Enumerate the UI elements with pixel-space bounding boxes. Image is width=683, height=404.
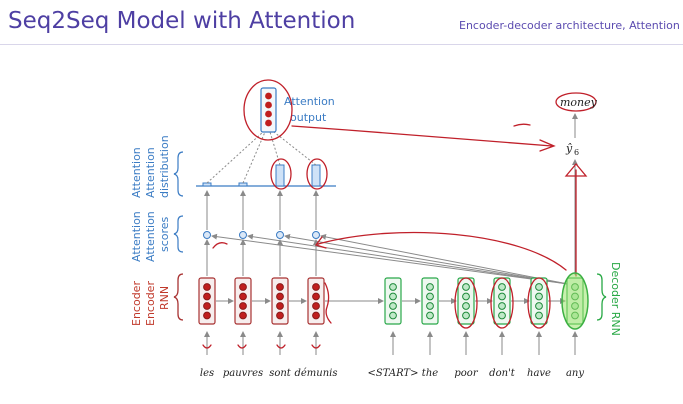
decoder-hidden-state-3 <box>457 277 475 325</box>
svg-text:Decoder RNN: Decoder RNN <box>609 262 622 336</box>
svg-text:Attention: Attention <box>130 211 143 262</box>
distribution-bar-4 <box>311 164 321 187</box>
decoder-word-1: <START> <box>368 368 419 379</box>
encoder-rnn-label: Encoder Encoder RNN <box>130 273 184 326</box>
attention-scores-label: Attention Attention scores <box>130 211 184 262</box>
score-node-4 <box>312 231 320 239</box>
annotation-arrow-attention-to-output <box>291 125 553 147</box>
decoder-word-3: poor <box>454 368 478 379</box>
svg-text:Attention: Attention <box>130 147 143 198</box>
decoder-word-2: the <box>422 368 438 379</box>
svg-text:scores: scores <box>158 216 171 252</box>
decoder-to-score-arrows <box>211 233 569 285</box>
decoder-current-step-highlight <box>561 272 589 330</box>
svg-text:Encoder: Encoder <box>130 281 143 326</box>
svg-text:Attention: Attention <box>144 211 157 262</box>
svg-text:Attention: Attention <box>144 147 157 198</box>
decoder-input-arrows <box>390 331 578 355</box>
encoder-hidden-state-2 <box>234 277 252 325</box>
distribution-bar-3 <box>275 164 285 187</box>
output-prediction-label: ŷ 6 <box>565 142 579 157</box>
attention-distribution-label: Attention Attention distribution <box>130 135 184 198</box>
encoder-word-3: sont <box>269 368 292 379</box>
decoder-hidden-state-1 <box>384 277 402 325</box>
decoder-word-4: don't <box>489 368 516 379</box>
svg-text:ŷ: ŷ <box>565 142 573 155</box>
svg-text:6: 6 <box>574 148 579 157</box>
annotation-curve-to-scores <box>317 231 567 271</box>
score-node-2 <box>239 231 247 239</box>
encoder-input-arrows <box>204 331 319 355</box>
decoder-word-5: have <box>527 368 551 379</box>
score-node-1 <box>203 231 211 239</box>
score-to-distribution-arrows <box>204 190 319 230</box>
seq2seq-attention-diagram: Attention output Attention Attention dis… <box>130 79 622 379</box>
distribution-bar-2 <box>238 182 248 187</box>
encoder-hidden-state-3 <box>271 277 289 325</box>
attention-output-label-line2: output <box>290 111 327 124</box>
encoder-input-words: les pauvres sont démunis <box>200 368 338 379</box>
decoder-hidden-state-5 <box>530 277 548 325</box>
decoder-rnn-label: Decoder RNN <box>596 262 622 336</box>
encoder-word-1: les <box>200 368 214 379</box>
encoder-word-4: démunis <box>294 368 337 379</box>
encoder-to-score-arrows <box>204 239 319 276</box>
decoder-word-6: any <box>566 368 584 379</box>
svg-text:distribution: distribution <box>158 135 171 198</box>
score-node-3 <box>276 231 284 239</box>
slide: Seq2Seq Model with Attention Encoder-dec… <box>0 0 683 404</box>
encoder-word-2: pauvres <box>223 368 263 379</box>
attention-weighted-sum-lines <box>206 131 317 184</box>
encoder-hidden-state-4 <box>307 277 325 325</box>
svg-text:RNN: RNN <box>158 286 171 310</box>
decoder-input-words: <START> the poor don't have any <box>368 368 585 379</box>
decoder-hidden-state-4 <box>493 277 511 325</box>
handwritten-prediction: money <box>560 96 598 109</box>
encoder-hidden-state-1 <box>198 277 216 325</box>
attention-output-vector <box>260 87 277 133</box>
distribution-bar-1 <box>202 182 212 187</box>
decoder-hidden-state-2 <box>421 277 439 325</box>
svg-text:Encoder: Encoder <box>144 281 157 326</box>
attention-distribution-bars <box>202 164 321 187</box>
